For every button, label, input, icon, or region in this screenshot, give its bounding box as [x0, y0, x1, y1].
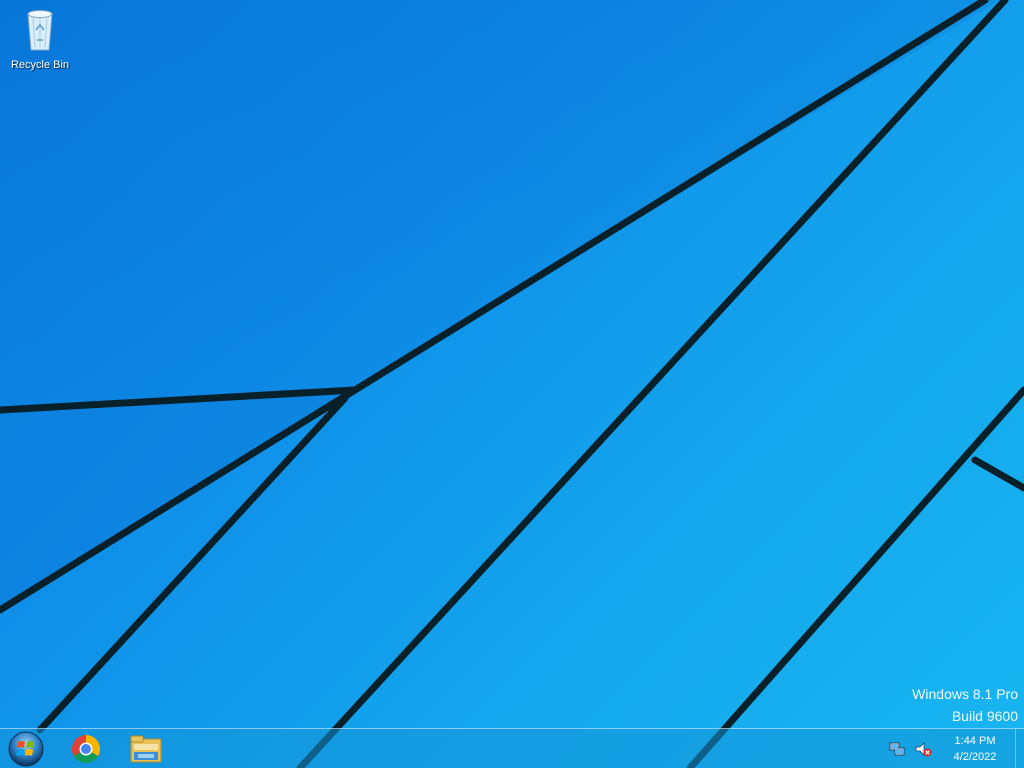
recycle-bin-icon [27, 10, 53, 51]
taskbar-app-chrome[interactable] [58, 731, 114, 767]
watermark-build: Build 9600 [951, 708, 1018, 724]
network-icon[interactable] [888, 740, 906, 758]
file-explorer-icon [130, 735, 162, 763]
chrome-icon [72, 735, 100, 763]
taskbar: 1:44 PM 4/2/2022 [0, 728, 1024, 768]
watermark-edition: Windows 8.1 Pro [912, 686, 1018, 702]
clock-time: 1:44 PM [954, 735, 996, 747]
system-tray: 1:44 PM 4/2/2022 [888, 729, 1024, 768]
taskbar-app-file-explorer[interactable] [118, 731, 174, 767]
desktop-icon-recycle-bin[interactable]: Recycle Bin [6, 6, 74, 76]
taskbar-clock[interactable]: 1:44 PM 4/2/2022 [940, 733, 1010, 765]
show-desktop-button[interactable] [1015, 729, 1024, 768]
windows-version-watermark: Windows 8.1 Pro Build 9600 [912, 683, 1018, 727]
desktop-icon-label: Recycle Bin [10, 59, 70, 71]
clock-date: 4/2/2022 [953, 751, 997, 763]
start-button[interactable] [6, 730, 46, 768]
windows-start-orb-icon [8, 731, 44, 767]
volume-muted-icon[interactable] [914, 740, 932, 758]
wallpaper [0, 0, 1024, 768]
desktop[interactable]: Recycle Bin Windows 8.1 Pro Build 9600 1… [0, 0, 1024, 768]
